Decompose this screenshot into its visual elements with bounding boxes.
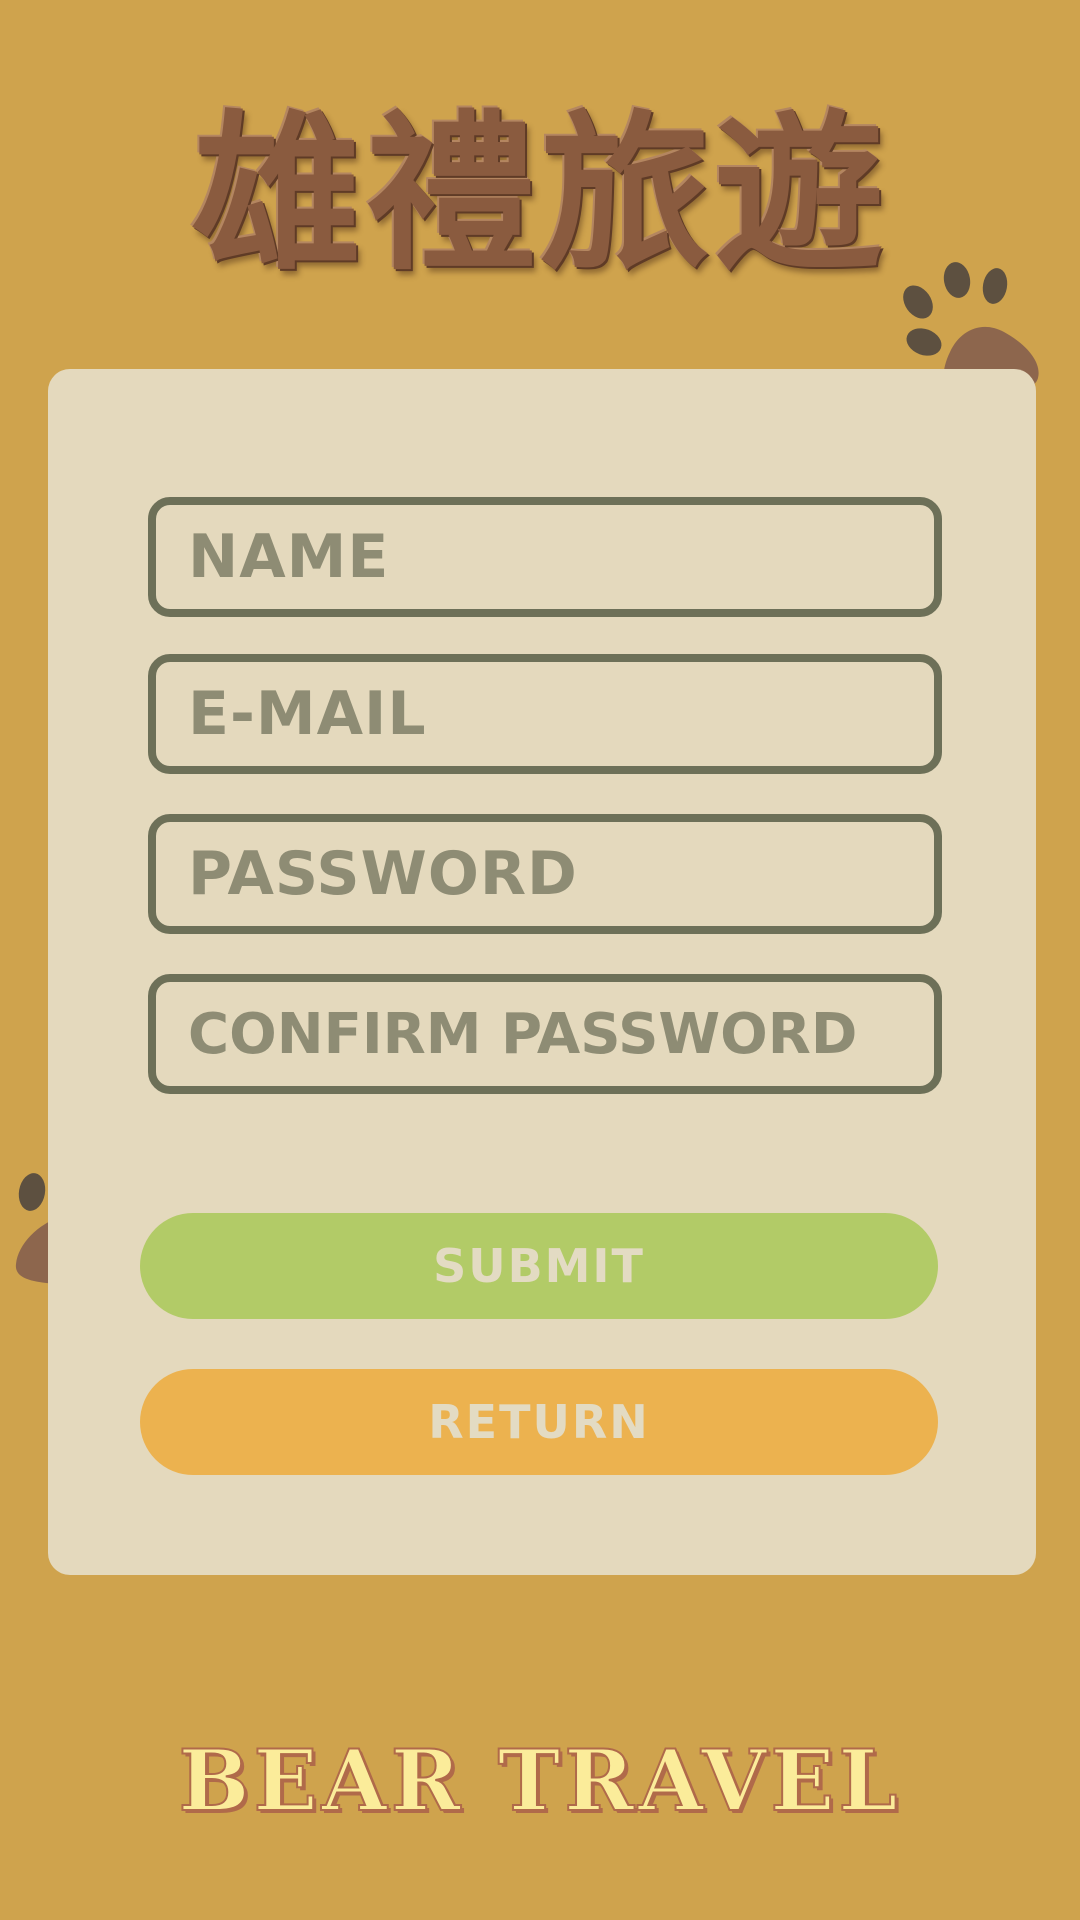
confirm-password-input[interactable] — [156, 982, 934, 1086]
brand-footer: BEAR TRAVEL — [150, 1730, 930, 1831]
logo-title: 雄禮旅遊 — [160, 100, 920, 290]
email-field[interactable] — [148, 654, 942, 774]
signup-card: SUBMIT RETURN — [48, 369, 1036, 1575]
submit-button[interactable]: SUBMIT — [140, 1213, 938, 1319]
logo-text: 雄禮旅遊 — [191, 96, 888, 294]
brand-text: BEAR TRAVEL — [178, 1730, 902, 1831]
name-input[interactable] — [156, 505, 934, 609]
return-button-label: RETURN — [428, 1395, 650, 1449]
return-button[interactable]: RETURN — [140, 1369, 938, 1475]
email-input[interactable] — [156, 662, 934, 766]
password-field[interactable] — [148, 814, 942, 934]
name-field[interactable] — [148, 497, 942, 617]
confirm-password-field[interactable] — [148, 974, 942, 1094]
password-input[interactable] — [156, 822, 934, 926]
submit-button-label: SUBMIT — [433, 1239, 645, 1293]
